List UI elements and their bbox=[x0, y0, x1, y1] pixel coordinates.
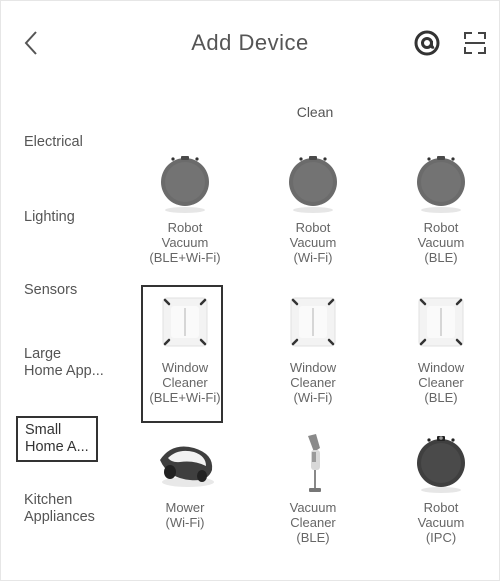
sidebar-item-label: Home A... bbox=[25, 439, 89, 455]
device-label: Robot Vacuum (IPC) bbox=[417, 500, 465, 545]
device-label: Robot Vacuum (BLE+Wi-Fi) bbox=[149, 220, 221, 265]
at-button[interactable] bbox=[412, 28, 442, 58]
sidebar-item-large-home-appliances[interactable]: Large Home App... bbox=[24, 346, 124, 380]
robot-vacuum-icon bbox=[417, 156, 465, 213]
device-window-cleaner-ble-wifi[interactable]: Window Cleaner (BLE+Wi-Fi) bbox=[126, 285, 244, 423]
scan-icon bbox=[464, 32, 486, 54]
device-label: Robot Vacuum (BLE) bbox=[417, 220, 465, 265]
window-cleaner-icon bbox=[290, 297, 336, 347]
sidebar-item-label: Lighting bbox=[24, 209, 75, 225]
sidebar-item-label: Home App... bbox=[24, 363, 104, 379]
mower-icon bbox=[160, 446, 214, 487]
sidebar-item-electrical[interactable]: Electrical bbox=[24, 134, 124, 151]
robot-vacuum-icon bbox=[289, 156, 337, 213]
device-robot-vacuum-ipc[interactable]: Robot Vacuum (IPC) bbox=[382, 430, 500, 545]
device-label: Vacuum Cleaner (BLE) bbox=[289, 500, 337, 545]
sidebar-item-sensors[interactable]: Sensors bbox=[24, 282, 124, 299]
device-window-cleaner-ble[interactable]: Window Cleaner (BLE) bbox=[382, 290, 500, 405]
robot-vacuum-icon bbox=[161, 156, 209, 213]
device-label: Window Cleaner (BLE) bbox=[417, 360, 465, 405]
device-vacuum-cleaner-ble[interactable]: Vacuum Cleaner (BLE) bbox=[254, 430, 372, 545]
section-title: Clean bbox=[296, 104, 334, 120]
device-grid: Robot Vacuum (BLE+Wi-Fi) Robot Vacuum (Wi-Fi… bbox=[130, 140, 500, 570]
sidebar-item-label: Large bbox=[24, 346, 62, 362]
handheld-vacuum-icon bbox=[308, 434, 321, 492]
device-robot-vacuum-ble[interactable]: Robot Vacuum (BLE) bbox=[382, 150, 500, 265]
sidebar-item-kitchen-appliances[interactable]: Kitchen Appliances bbox=[24, 492, 124, 526]
sidebar-item-label: Kitchen bbox=[24, 492, 73, 508]
device-label: Window Cleaner (BLE+Wi-Fi) bbox=[149, 360, 221, 405]
sidebar-item-lighting[interactable]: Lighting bbox=[24, 209, 124, 226]
window-cleaner-icon bbox=[418, 297, 464, 347]
sidebar-item-label: Appliances bbox=[24, 509, 95, 525]
robot-vacuum-ipc-icon bbox=[417, 436, 465, 493]
device-mower-wifi[interactable]: Mower (Wi-Fi) bbox=[126, 430, 244, 530]
device-label: Window Cleaner (Wi-Fi) bbox=[289, 360, 337, 405]
device-robot-vacuum-ble-wifi[interactable]: Robot Vacuum (BLE+Wi-Fi) bbox=[126, 150, 244, 265]
sidebar-item-label: Sensors bbox=[24, 282, 78, 298]
device-robot-vacuum-wifi[interactable]: Robot Vacuum (Wi-Fi) bbox=[254, 150, 372, 265]
at-sign-icon bbox=[414, 30, 440, 56]
window-cleaner-icon bbox=[162, 297, 208, 347]
sidebar-item-label: Small bbox=[25, 422, 62, 438]
device-label: Mower (Wi-Fi) bbox=[165, 500, 205, 530]
device-label: Robot Vacuum (Wi-Fi) bbox=[289, 220, 337, 265]
sidebar-item-label: Electrical bbox=[24, 134, 83, 150]
category-sidebar: Electrical Lighting Sensors Large Home A… bbox=[0, 84, 130, 581]
scan-button[interactable] bbox=[460, 28, 490, 58]
header: Add Device bbox=[0, 0, 500, 84]
sidebar-item-small-home-appliances[interactable]: Small Home A... bbox=[16, 416, 98, 462]
device-window-cleaner-wifi[interactable]: Window Cleaner (Wi-Fi) bbox=[254, 290, 372, 405]
